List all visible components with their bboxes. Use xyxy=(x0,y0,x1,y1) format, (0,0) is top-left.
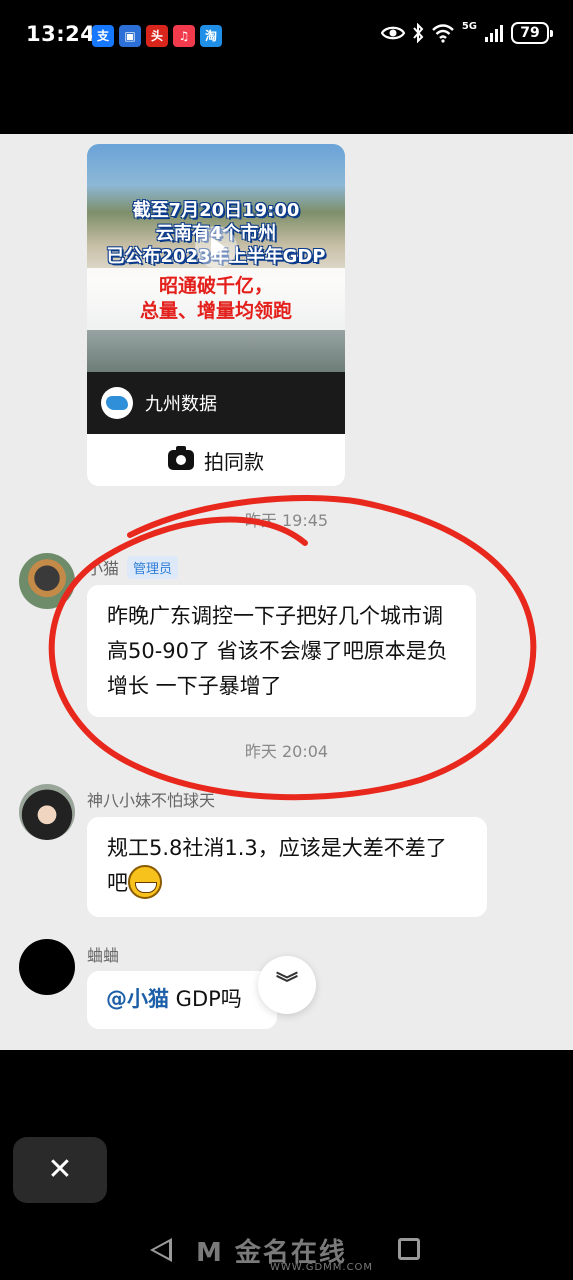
thumbnail-highlight-line: 总量、增量均领跑 xyxy=(139,300,292,322)
shoot-same-label: 拍同款 xyxy=(204,449,264,474)
watermark-url: WWW.GDMM.COM xyxy=(270,1262,374,1273)
thumbnail-highlight-line: 昭通破千亿， xyxy=(158,275,273,297)
recent-apps-icon[interactable] xyxy=(398,1238,420,1260)
music-app-icon: ♫ xyxy=(173,25,195,47)
message-bubble[interactable]: 昨晚广东调控一下子把好几个城市调高50-90了 省该不会爆了吧原本是负增长 一下… xyxy=(87,585,476,717)
avatar[interactable] xyxy=(19,939,75,995)
message-bubble[interactable]: @小猫 GDP吗 xyxy=(87,971,277,1029)
back-icon[interactable] xyxy=(150,1238,172,1262)
bluetooth-icon xyxy=(413,23,424,43)
grinning-emoji-icon xyxy=(128,865,162,899)
status-bar: 13:24 支 ▣ 头 ♫ 淘 5G 79 xyxy=(0,0,573,72)
video-thumbnail[interactable]: 截至7月20日19:00 云南有4个市州 已公布2023年上半年GDP 昭通破千… xyxy=(87,144,345,372)
status-time: 13:24 xyxy=(26,22,96,46)
avatar[interactable] xyxy=(19,553,75,609)
video-source[interactable]: 九州数据 xyxy=(87,372,345,434)
chat-message-area[interactable]: 截至7月20日19:00 云南有4个市州 已公布2023年上半年GDP 昭通破千… xyxy=(0,134,573,1050)
mention-link[interactable]: @小猫 xyxy=(106,987,169,1011)
sender-name[interactable]: 神八小妹不怕球天 xyxy=(87,787,215,811)
message-timestamp: 昨天 19:45 xyxy=(244,511,329,530)
eye-icon xyxy=(380,26,405,40)
wifi-icon xyxy=(431,24,454,43)
signal-icon xyxy=(485,25,503,42)
message-timestamp: 昨天 20:04 xyxy=(244,742,329,761)
admin-badge: 管理员 xyxy=(127,555,179,579)
source-logo-icon xyxy=(101,387,133,419)
shopping-app-icon: 淘 xyxy=(200,25,222,47)
sender-name[interactable]: 小猫 xyxy=(87,555,119,579)
avatar[interactable] xyxy=(19,784,75,840)
scroll-to-bottom-button[interactable]: ︾ xyxy=(258,956,316,1014)
shoot-same-button[interactable]: 拍同款 xyxy=(87,434,345,486)
sender-name-row: 蛐蛐 xyxy=(87,942,119,966)
play-icon[interactable] xyxy=(195,226,237,268)
battery-indicator: 79 xyxy=(511,22,553,44)
mobile-bank-icon: ▣ xyxy=(119,25,141,47)
shared-video-card[interactable]: 截至7月20日19:00 云南有4个市州 已公布2023年上半年GDP 昭通破千… xyxy=(87,144,345,486)
network-type: 5G xyxy=(461,21,477,32)
notification-app-icons: 支 ▣ 头 ♫ 淘 xyxy=(92,25,222,47)
status-indicators: 5G 79 xyxy=(380,21,553,44)
sender-name[interactable]: 蛐蛐 xyxy=(87,942,119,966)
camera-icon xyxy=(168,446,194,470)
alipay-icon: 支 xyxy=(92,25,114,47)
sender-name-row: 小猫 管理员 xyxy=(87,555,179,579)
close-button[interactable]: ✕ xyxy=(13,1137,107,1203)
message-text: GDP吗 xyxy=(169,987,242,1011)
system-navigation-bar: M 金名在线 WWW.GDMM.COM xyxy=(0,1220,573,1280)
source-name: 九州数据 xyxy=(145,394,217,415)
message-bubble[interactable]: 规工5.8社消1.3，应该是大差不差了吧 xyxy=(87,817,487,917)
sender-name-row: 神八小妹不怕球天 xyxy=(87,787,215,811)
news-app-icon: 头 xyxy=(146,25,168,47)
